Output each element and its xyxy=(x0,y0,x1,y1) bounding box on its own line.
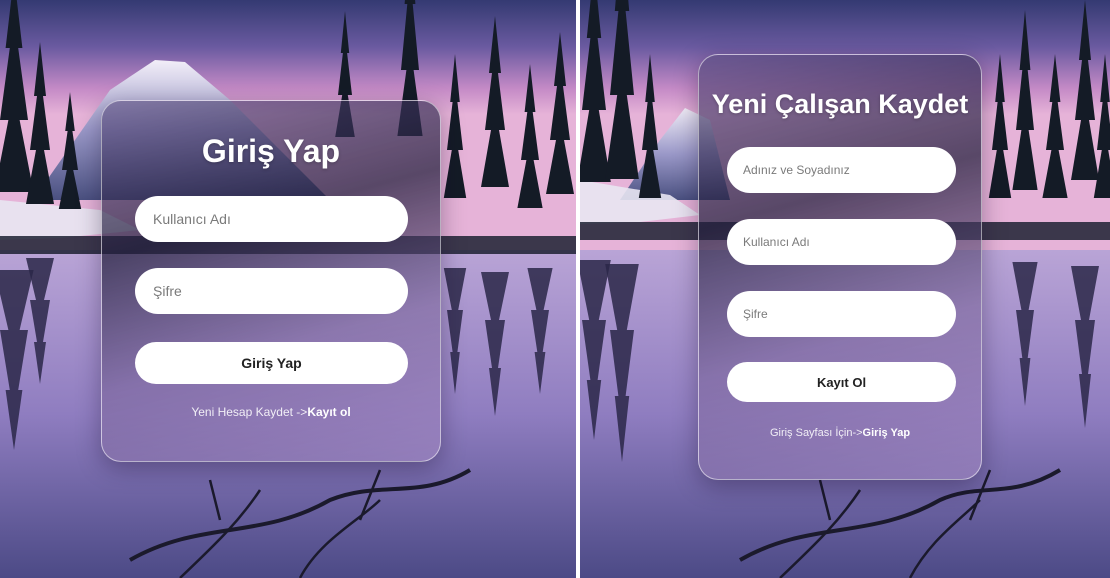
login-submit-button[interactable]: Giriş Yap xyxy=(135,342,408,384)
login-card: Giriş Yap Giriş Yap Yeni Hesap Kaydet ->… xyxy=(101,100,441,462)
login-footer-text: Yeni Hesap Kaydet -> xyxy=(191,405,308,419)
login-password-input[interactable] xyxy=(135,268,408,314)
register-footer: Giriş Sayfası İçin->Giriş Yap xyxy=(699,427,981,439)
register-panel: Yeni Çalışan Kaydet Kayıt Ol Giriş Sayfa… xyxy=(580,0,1110,578)
login-panel: Giriş Yap Giriş Yap Yeni Hesap Kaydet ->… xyxy=(0,0,576,578)
register-title: Yeni Çalışan Kaydet xyxy=(711,89,969,119)
register-password-input[interactable] xyxy=(727,291,956,337)
register-submit-button[interactable]: Kayıt Ol xyxy=(727,362,956,402)
register-footer-text: Giriş Sayfası İçin-> xyxy=(769,427,863,439)
register-fullname-input[interactable] xyxy=(727,147,956,193)
login-footer: Yeni Hesap Kaydet ->Kayıt ol xyxy=(102,405,440,419)
register-username-input[interactable] xyxy=(727,219,956,265)
register-card: Yeni Çalışan Kaydet Kayıt Ol Giriş Sayfa… xyxy=(698,54,982,480)
login-link[interactable]: Giriş Yap xyxy=(863,427,911,439)
register-link[interactable]: Kayıt ol xyxy=(307,405,350,419)
login-username-input[interactable] xyxy=(135,196,408,242)
login-title: Giriş Yap xyxy=(201,133,341,169)
